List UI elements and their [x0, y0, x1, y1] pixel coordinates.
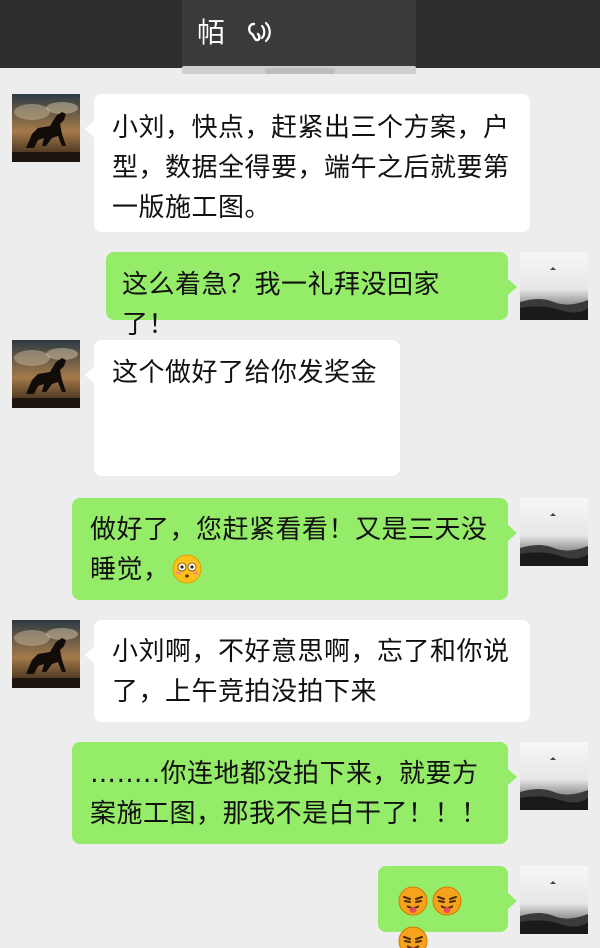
- misty-landscape-avatar: [520, 742, 588, 810]
- angry-tongue-face-emoji: [398, 886, 428, 916]
- header-divider: [0, 66, 600, 82]
- flushed-face-emoji: [172, 554, 202, 584]
- misty-landscape-avatar: [520, 252, 588, 320]
- message-text: 小刘啊，不好意思啊，忘了和你说了，上午竞拍没拍下来: [112, 637, 510, 707]
- avatar[interactable]: [520, 498, 588, 566]
- message-bubble-outgoing[interactable]: 这么着急？我一礼拜没回家了！: [106, 252, 517, 340]
- avatar[interactable]: [12, 94, 80, 162]
- angry-tongue-face-emoji: [432, 886, 462, 916]
- angry-tongue-face-emoji: [398, 926, 428, 948]
- message-text: 这么着急？我一礼拜没回家了！: [122, 270, 441, 340]
- avatar[interactable]: [520, 866, 588, 934]
- avatar[interactable]: [12, 340, 80, 408]
- message-bubble-outgoing[interactable]: ……..你连地都没拍下来，就要方案施工图，那我不是白干了！！！: [72, 742, 517, 844]
- chat-screen: 🔋爸 帞: [0, 0, 600, 948]
- horse-silhouette-avatar: [12, 94, 80, 162]
- horse-silhouette-avatar: [12, 340, 80, 408]
- message-text: 做好了，您赶紧看看！又是三天没睡觉，: [90, 515, 488, 585]
- message-bubble-outgoing[interactable]: [378, 866, 517, 948]
- chat-header: 🔋爸 帞: [0, 0, 600, 72]
- message-bubble-incoming[interactable]: 小刘，快点，赶紧出三个方案，户型，数据全得要，端午之后就要第一版施工图。: [85, 94, 530, 232]
- voice-ear-icon: [244, 18, 272, 46]
- message-bubble-incoming[interactable]: 小刘啊，不好意思啊，忘了和你说了，上午竞拍没拍下来: [85, 620, 530, 722]
- misty-landscape-avatar: [520, 498, 588, 566]
- avatar[interactable]: [12, 620, 80, 688]
- redacted-area: [416, 0, 600, 72]
- avatar[interactable]: [520, 742, 588, 810]
- message-text: ……..你连地都没拍下来，就要方案施工图，那我不是白干了！！！: [90, 759, 488, 829]
- header-handle: [265, 68, 335, 74]
- chat-title[interactable]: 🔋爸 帞: [182, 14, 225, 52]
- message-bubble-incoming[interactable]: 这个做好了给你发奖金: [85, 340, 400, 476]
- horse-silhouette-avatar: [12, 620, 80, 688]
- message-bubble-outgoing[interactable]: 做好了，您赶紧看看！又是三天没睡觉，: [72, 498, 517, 600]
- redacted-area: [0, 0, 182, 72]
- misty-landscape-avatar: [520, 866, 588, 934]
- avatar[interactable]: [520, 252, 588, 320]
- message-text: 小刘，快点，赶紧出三个方案，户型，数据全得要，端午之后就要第一版施工图。: [112, 113, 510, 223]
- chat-title-visible: 帞: [188, 16, 225, 49]
- message-text: 这个做好了给你发奖金: [112, 358, 378, 388]
